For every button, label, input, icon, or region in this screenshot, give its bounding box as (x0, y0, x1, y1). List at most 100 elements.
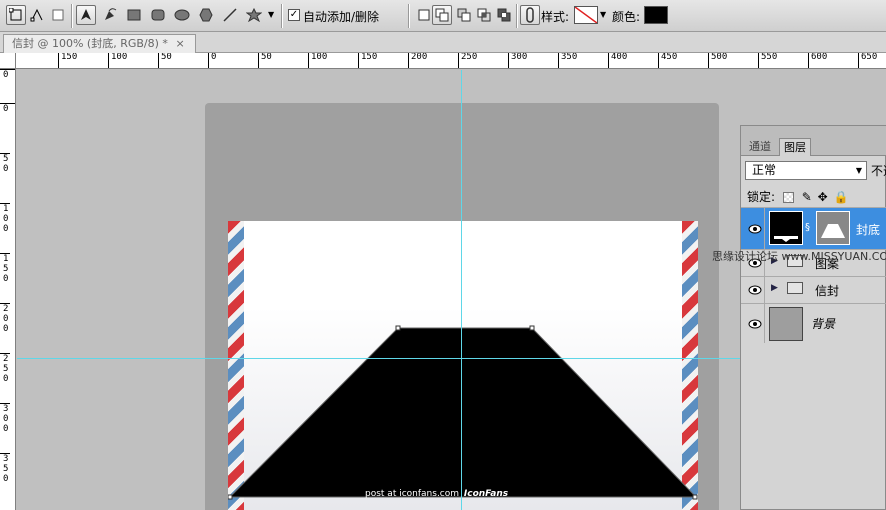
ruler-tick-label: 150 (58, 53, 77, 68)
intersect-icon[interactable] (474, 5, 494, 25)
guide-vertical[interactable] (461, 70, 462, 510)
anchor-point[interactable] (228, 494, 233, 500)
lock-row: 锁定: ✎ ✥ 🔒 (747, 188, 848, 205)
lock-all-icon[interactable]: 🔒 (833, 190, 848, 204)
lock-position-icon[interactable]: ✥ (818, 190, 828, 204)
custom-shape-icon[interactable] (244, 5, 264, 25)
anchor-point[interactable] (395, 325, 401, 331)
layer-thumbnail (769, 211, 803, 245)
color-swatch[interactable] (644, 6, 668, 24)
ruler-tick-label: 200 (408, 53, 427, 68)
ruler-tick-label: 400 (608, 53, 627, 68)
auto-add-delete-label: 自动添加/删除 (303, 10, 380, 24)
auto-add-delete-checkbox[interactable]: ✓ (288, 9, 300, 21)
paths-icon[interactable] (27, 5, 47, 25)
lock-transparent-icon[interactable] (782, 192, 794, 203)
horizontal-ruler[interactable]: 0 150 100 50 0 50 100 150 200 250 300 35… (16, 53, 886, 69)
blend-mode-value: 正常 (752, 163, 777, 177)
blend-mode-select[interactable]: 正常 ▼ (745, 161, 867, 180)
rectangle-icon[interactable] (124, 5, 144, 25)
envelope-flap-shape[interactable] (228, 221, 698, 510)
layer-name[interactable]: 信封 (815, 282, 839, 299)
anchor-point[interactable] (529, 325, 535, 331)
visibility-eye-icon[interactable] (745, 277, 765, 303)
fill-pixels-icon[interactable] (48, 5, 68, 25)
add-to-shape-icon[interactable] (432, 5, 452, 25)
chevron-down-icon[interactable]: ▼ (268, 10, 274, 19)
ruler-tick-label: 250 (458, 53, 477, 68)
ruler-tick-label: 2 0 0 (0, 303, 10, 334)
layers-panel: 通道 图层 正常 ▼ 不透 锁定: ✎ ✥ 🔒 § 封底 (740, 125, 886, 510)
ruler-tick-label: 300 (508, 53, 527, 68)
close-icon[interactable]: × (175, 37, 184, 50)
vector-mask-thumbnail[interactable] (816, 211, 850, 245)
ruler-tick-label: 0 (0, 69, 15, 80)
ruler-tick-label: 600 (808, 53, 827, 68)
layer-name[interactable]: 背景 (811, 315, 835, 332)
ruler-tick-label: 1 0 0 (0, 203, 10, 234)
panel-tabs: 通道 图层 (741, 126, 886, 156)
expand-triangle-icon[interactable]: ▶ (771, 283, 778, 293)
ruler-tick-label: 5 0 (0, 153, 10, 174)
document-tab[interactable]: 信封 @ 100% (封底, RGB/8) * × (3, 34, 196, 53)
layer-row[interactable]: § 封底 (741, 207, 886, 249)
new-path-icon[interactable] (414, 5, 434, 25)
shape-layers-icon[interactable] (6, 5, 26, 25)
separator (71, 4, 72, 28)
ruler-tick-label: 50 (258, 53, 272, 68)
subtract-icon[interactable] (454, 5, 474, 25)
layer-row[interactable]: 背景 (741, 303, 886, 343)
document-tab-title: 信封 @ 100% (封底, RGB/8) * (12, 37, 168, 50)
ruler-origin[interactable] (0, 53, 16, 69)
ruler-tick-label: 0 (0, 103, 15, 114)
ruler-tick-label: 50 (158, 53, 172, 68)
chevron-down-icon: ▼ (855, 166, 862, 175)
ruler-tick-label: 3 5 0 (0, 453, 10, 484)
document-tab-bar: 信封 @ 100% (封底, RGB/8) * × (0, 32, 886, 53)
chevron-down-icon[interactable]: ▼ (600, 10, 606, 19)
layer-name[interactable]: 封底 (856, 221, 880, 238)
exclude-icon[interactable] (494, 5, 514, 25)
ruler-tick-label: 1 5 0 (0, 253, 10, 284)
ruler-tick-label: 0 (208, 53, 216, 68)
polygon-icon[interactable] (196, 5, 216, 25)
ruler-tick-label: 150 (358, 53, 377, 68)
opacity-label: 不透 (871, 164, 886, 178)
ruler-tick-label: 550 (758, 53, 777, 68)
link-icon[interactable] (520, 5, 540, 25)
photoshop-window: ▼ ✓ 自动添加/删除 样式: ▼ 颜色: 信封 @ 100% (封底, RGB… (0, 0, 886, 510)
vertical-ruler[interactable]: 0 0 5 0 1 0 0 1 5 0 2 0 0 2 5 0 3 0 0 3 … (0, 69, 16, 510)
ruler-tick-label: 100 (308, 53, 327, 68)
pen-icon[interactable] (76, 5, 96, 25)
separator (408, 4, 409, 28)
visibility-eye-icon[interactable] (745, 304, 765, 343)
layer-row[interactable]: ▶ 信封 (741, 276, 886, 303)
credit-text: post at iconfans.com IconFans (365, 489, 508, 499)
ruler-tick-label: 500 (708, 53, 727, 68)
style-swatch[interactable] (574, 6, 598, 24)
chain-link-icon[interactable]: § (805, 222, 810, 233)
lock-pixels-icon[interactable]: ✎ (802, 190, 812, 204)
tab-layers[interactable]: 图层 (779, 138, 811, 156)
folder-icon (787, 282, 803, 294)
separator (516, 4, 517, 28)
layer-thumbnail (769, 307, 803, 341)
color-label: 颜色: (612, 10, 641, 24)
rounded-rectangle-icon[interactable] (148, 5, 168, 25)
ruler-tick-label: 100 (108, 53, 127, 68)
options-bar: ▼ ✓ 自动添加/删除 样式: ▼ 颜色: (0, 0, 886, 32)
tab-channels[interactable]: 通道 (745, 138, 775, 156)
ruler-tick-label: 2 5 0 (0, 353, 10, 384)
credit-label: post at iconfans.com (365, 489, 460, 499)
separator (281, 4, 282, 28)
anchor-point[interactable] (692, 494, 698, 500)
lock-label: 锁定: (747, 190, 776, 204)
ruler-tick-label: 450 (658, 53, 677, 68)
watermark-text: 思缘设计论坛 www.MISSYUAN.COM (712, 250, 886, 263)
ellipse-icon[interactable] (172, 5, 192, 25)
line-icon[interactable] (220, 5, 240, 25)
ruler-tick-label: 650 (858, 53, 877, 68)
visibility-eye-icon[interactable] (745, 208, 765, 249)
freeform-pen-icon[interactable] (100, 5, 120, 25)
ruler-tick-label: 3 0 0 (0, 403, 10, 434)
